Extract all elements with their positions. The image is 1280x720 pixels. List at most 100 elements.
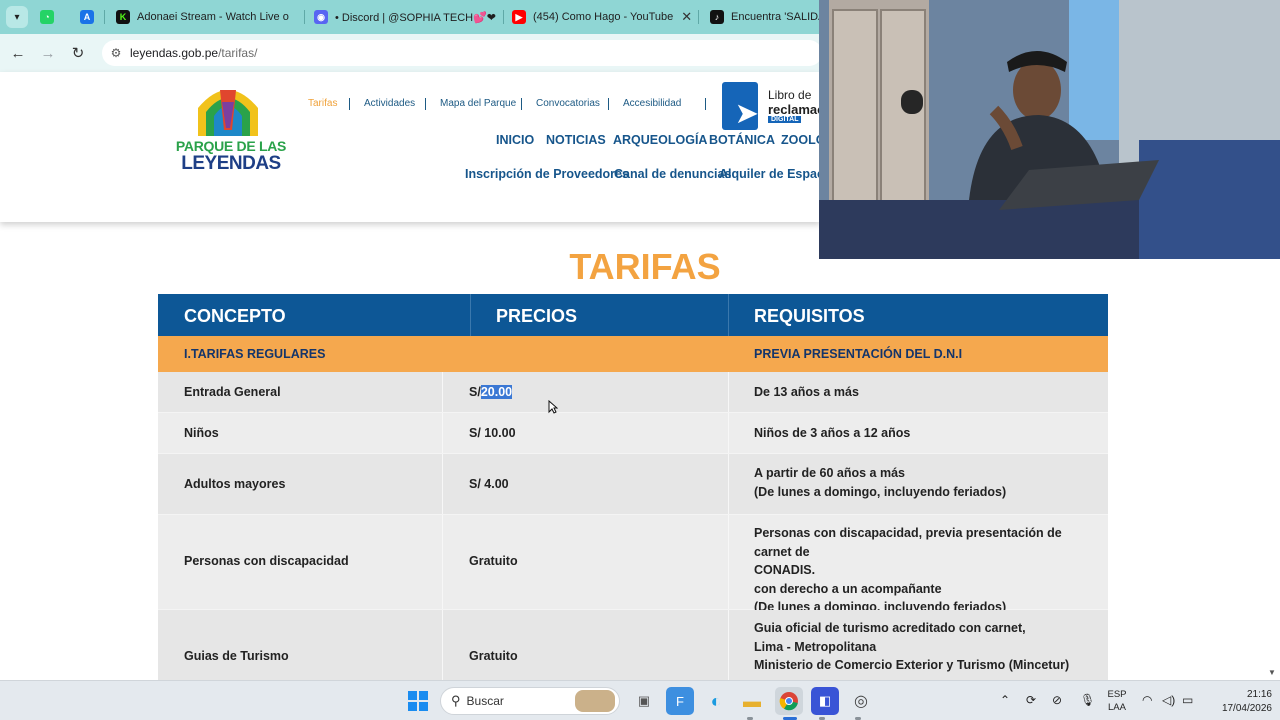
tab-youtube[interactable]: ▶ (454) Como Hago - YouTube ✕ [512,4,692,30]
parque-leyendas-logo[interactable]: PARQUE DE LAS LEYENDAS [170,82,292,178]
nav-divider [425,98,426,110]
kick-icon: K [116,10,130,24]
tab-discord[interactable]: ◉ • Discord | @SOPHIA TECH💕❤ ✕ [314,4,499,30]
youtube-icon: ▶ [512,10,526,24]
chevron-up-icon[interactable]: ⌃ [1000,693,1010,707]
header-precios: PRECIOS [496,306,578,326]
close-tab-icon[interactable]: ✕ [289,9,298,25]
topnav-tarifas[interactable]: Tarifas [308,98,337,109]
tab-tiktok[interactable]: ♪ Encuentra 'SALIDA P [710,4,820,30]
chrome-icon[interactable] [775,687,803,715]
tab-title: • Discord | @SOPHIA TECH💕❤ [335,11,497,24]
url-path: /tarifas/ [218,46,258,60]
scroll-down-arrow-icon[interactable]: ▼ [1268,668,1276,677]
table-row: Adultos mayores S/ 4.00 A partir de 60 a… [158,454,1108,515]
requirement-line: Ministerio de Comercio Exterior y Turism… [754,658,1070,672]
libro-reclamaciones-link[interactable]: ➤ Libro de reclamac DIGITAL [722,80,820,132]
mainnav-botanica[interactable]: BOTÁNICA [709,133,775,147]
volume-icon[interactable]: ◁) [1162,693,1175,707]
cell-price[interactable]: S/20.00 [469,383,513,402]
requirement-line: A partir de 60 años a más [754,466,905,480]
network-off-icon[interactable]: ⊘ [1052,693,1062,707]
wifi-icon[interactable]: ◠ [1142,693,1152,707]
libro-line3: DIGITAL [768,116,802,123]
close-tab-icon[interactable]: ✕ [496,9,499,25]
nav-divider [349,98,350,110]
language-code: ESP [1107,689,1127,700]
cell-concept: Adultos mayores [184,477,286,491]
obs-icon[interactable]: ◎ [847,687,875,715]
taskbar-search-box[interactable]: ⚲ Buscar [440,687,620,715]
discord-icon: ◉ [314,10,328,24]
column-divider [728,610,729,681]
mainnav-arqueologia[interactable]: ARQUEOLOGÍA [613,133,707,147]
column-divider [470,294,471,336]
cell-concept: Personas con discapacidad [184,554,349,568]
cell-requirement: De 13 años a más [754,385,859,399]
requirement-line: Guia oficial de turismo acreditado con c… [754,621,1026,635]
sync-icon[interactable]: ⟳ [1026,693,1036,707]
topnav-actividades[interactable]: Actividades [364,98,415,109]
libro-line1: Libro de [768,88,812,102]
column-divider [442,413,443,453]
nav-divider [608,98,609,110]
requirement-line: Lima - Metropolitana [754,639,877,654]
column-divider [442,515,443,609]
column-divider [442,372,443,412]
clock-time: 21:16 [1246,689,1272,700]
site-info-icon[interactable]: ⚙ [102,46,130,60]
close-tab-icon[interactable]: ✕ [673,9,692,25]
battery-icon[interactable]: ▭ [1182,693,1193,707]
selected-price-text[interactable]: 20.00 [480,385,513,399]
edge-icon[interactable]: ◐ [702,687,730,715]
cell-concept: Niños [184,426,219,440]
tab-search-icon[interactable]: ▾ [6,6,28,28]
pinned-tab-app[interactable]: A [80,4,100,30]
table-header-row: CONCEPTO PRECIOS REQUISITOS [158,294,1108,336]
microphone-icon[interactable]: 🎙 [1080,693,1095,707]
topnav-mapa[interactable]: Mapa del Parque [440,98,516,109]
requirement-line: con derecho a un acompañante [754,581,942,596]
windows-start-icon[interactable] [404,687,432,715]
requirement-line: (De lunes a domingo, incluyendo feriados… [754,484,1007,499]
tab-title: Adonaei Stream - Watch Live o [137,11,289,23]
table-row: Guias de Turismo Gratuito Guia oficial d… [158,610,1108,682]
tab-title: Encuentra 'SALIDA P [731,11,820,23]
file-explorer-icon[interactable]: ▬ [738,687,766,715]
column-divider [728,454,729,514]
tab-kick-stream[interactable]: K Adonaei Stream - Watch Live o ✕ [116,4,298,30]
language-indicator[interactable]: ESP LAA [1104,688,1130,714]
logo-text-line1: PARQUE DE LAS [175,138,287,154]
forward-arrow-icon[interactable]: → [37,42,59,64]
tab-divider [503,10,504,24]
section-requirements: PREVIA PRESENTACIÓN DEL D.N.I [754,347,963,361]
column-divider [728,515,729,609]
cell-price: Gratuito [469,649,518,663]
tiktok-icon: ♪ [710,10,724,24]
back-arrow-icon[interactable]: ← [7,42,29,64]
app-icon[interactable]: ◧ [811,687,839,715]
subnav-proveedores[interactable]: Inscripción de Proveedores [465,167,629,181]
logo-arch-icon [198,90,258,136]
mainnav-noticias[interactable]: NOTICIAS [546,133,606,147]
topnav-accesibilidad[interactable]: Accesibilidad [623,98,681,109]
search-icon: ⚲ [451,693,461,708]
reload-icon[interactable]: ↻ [67,42,89,64]
table-row: Personas con discapacidad Gratuito Perso… [158,515,1108,614]
header-requisitos: REQUISITOS [754,306,865,326]
system-clock[interactable]: 21:16 17/04/2026 [1208,688,1272,716]
subnav-denuncias[interactable]: Canal de denuncias [614,167,731,181]
column-divider [728,413,729,453]
clock-date: 17/04/2026 [1221,703,1272,714]
task-view-icon[interactable]: ▣ [630,687,658,715]
table-row: Niños S/ 10.00 Niños de 3 años a 12 años [158,413,1108,454]
keyboard-layout: LAA [1108,702,1126,713]
nav-divider [521,98,522,110]
pinned-tab-whatsapp[interactable]: ◔ [40,4,60,30]
address-bar[interactable]: ⚙ leyendas.gob.pe /tarifas/ [102,40,822,66]
mainnav-inicio[interactable]: INICIO [496,133,534,147]
topnav-convocatorias[interactable]: Convocatorias [536,98,600,109]
logo-text-line2: LEYENDAS [181,153,281,174]
cell-price: Gratuito [469,554,518,568]
app-icon[interactable]: F [666,687,694,715]
